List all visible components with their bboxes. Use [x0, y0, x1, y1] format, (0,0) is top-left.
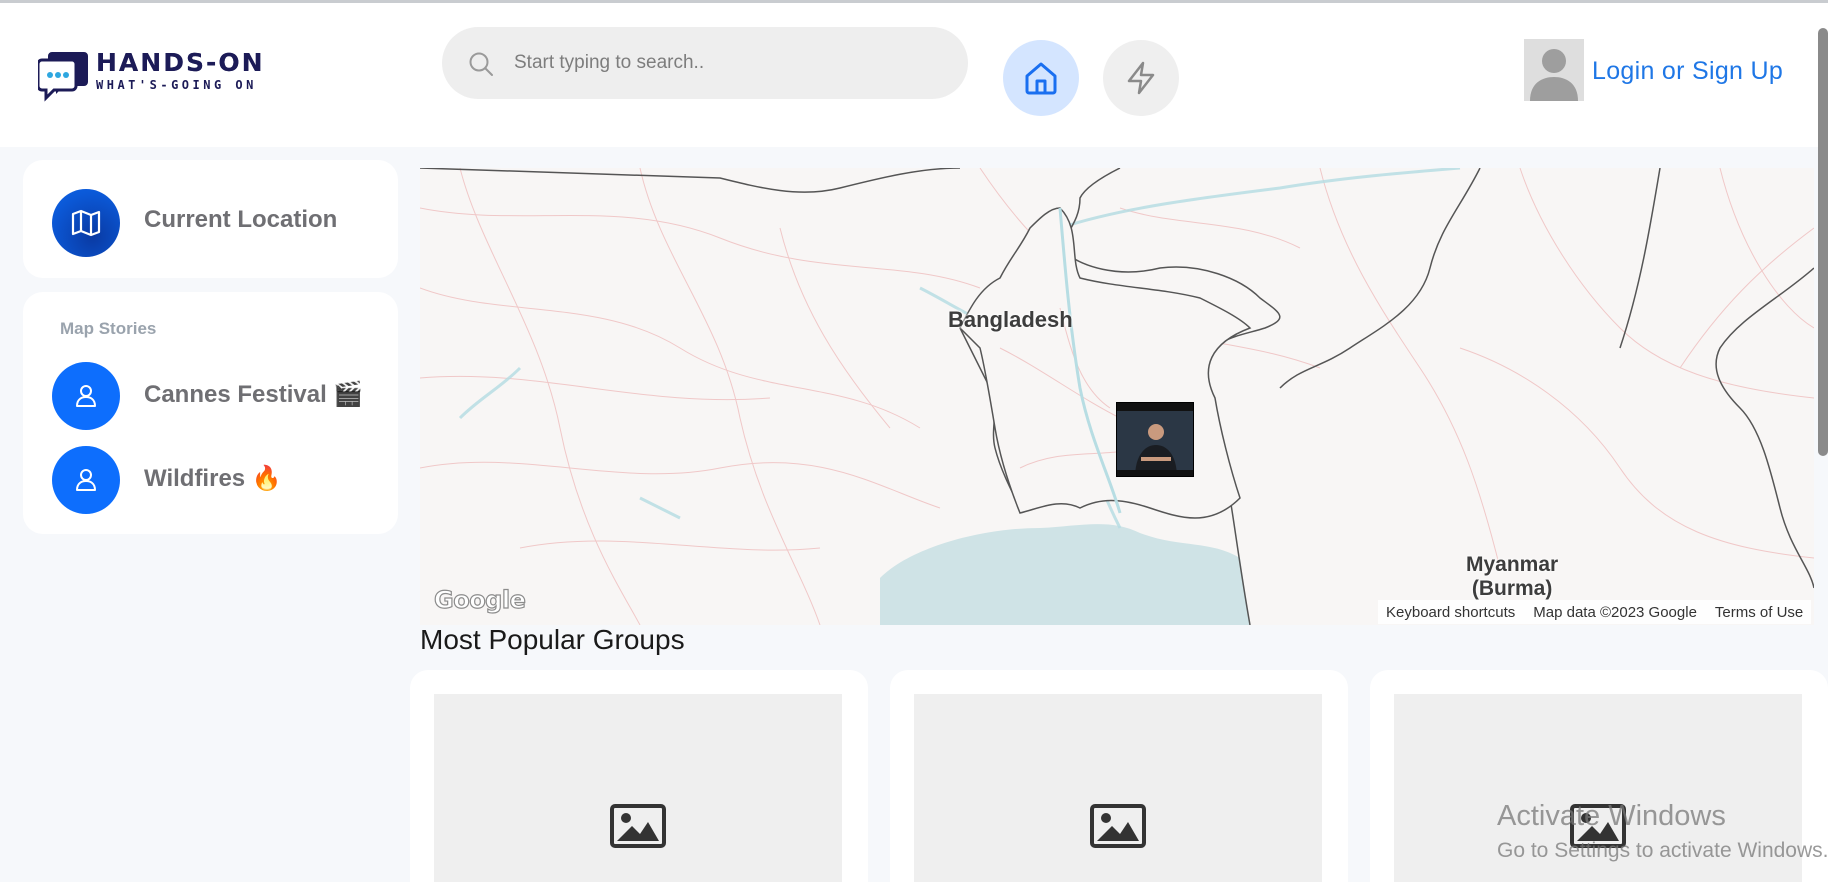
activate-windows-watermark: Activate Windows Go to Settings to activ…: [1497, 800, 1828, 863]
group-image-placeholder: [914, 694, 1322, 882]
user-icon: [76, 385, 96, 407]
map-label-myanmar: Myanmar (Burma): [1466, 553, 1558, 601]
top-header: HANDS-ON WHAT'S-GOING ON Login or Sign U…: [0, 3, 1828, 147]
story-label: Wildfires 🔥: [144, 465, 282, 492]
login-signup-link[interactable]: Login or Sign Up: [1592, 57, 1783, 86]
search-bar[interactable]: [442, 27, 968, 99]
current-location-label: Current Location: [144, 206, 338, 233]
activate-windows-subtitle: Go to Settings to activate Windows.: [1497, 839, 1828, 862]
story-avatar[interactable]: [52, 362, 120, 430]
map-label-myanmar-line2: (Burma): [1471, 577, 1553, 600]
logo-tagline: WHAT'S-GOING ON: [96, 78, 257, 92]
group-card[interactable]: [410, 670, 868, 882]
map-icon: [71, 209, 101, 237]
map-view[interactable]: Bangladesh Myanmar (Burma) Google Keyboa…: [420, 168, 1814, 625]
search-icon: [469, 52, 493, 76]
avatar[interactable]: [1524, 39, 1584, 101]
story-label: Cannes Festival 🎬: [144, 381, 364, 408]
map-stories-card: Map Stories Cannes Festival 🎬 Wildfires …: [23, 292, 398, 534]
trending-button[interactable]: [1103, 40, 1179, 116]
home-button[interactable]: [1003, 40, 1079, 116]
logo-wordmark: HANDS-ON: [96, 48, 265, 77]
lightning-icon: [1127, 61, 1155, 95]
person-photo-thumbnail: [1117, 403, 1193, 476]
popular-groups-title: Most Popular Groups: [420, 624, 685, 655]
group-card[interactable]: [890, 670, 1348, 882]
image-placeholder-icon: [1090, 804, 1146, 848]
default-user-icon: [1524, 39, 1584, 101]
search-input[interactable]: [514, 27, 944, 99]
map-tiles: [420, 168, 1814, 625]
page-scrollbar[interactable]: [1818, 28, 1828, 456]
map-stories-heading: Map Stories: [60, 319, 157, 338]
story-map-marker[interactable]: [1116, 402, 1194, 477]
map-label-myanmar-line1: Myanmar: [1466, 553, 1559, 576]
activate-windows-title: Activate Windows: [1497, 800, 1726, 832]
home-icon: [1025, 62, 1057, 95]
image-placeholder-icon: [610, 804, 666, 848]
map-data-credit: Map data ©2023 Google: [1533, 603, 1697, 621]
current-location-button[interactable]: [52, 189, 120, 257]
user-icon: [76, 469, 96, 491]
map-label-bangladesh: Bangladesh: [948, 307, 1073, 332]
keyboard-shortcuts-link[interactable]: Keyboard shortcuts: [1386, 604, 1515, 621]
current-location-card[interactable]: Current Location: [23, 160, 398, 278]
chat-bubble-logo-icon: [36, 48, 90, 102]
hands-on-logo[interactable]: HANDS-ON WHAT'S-GOING ON: [36, 48, 278, 106]
terms-of-use-link[interactable]: Terms of Use: [1715, 604, 1803, 621]
map-attribution: Keyboard shortcuts Map data ©2023 Google…: [1378, 600, 1812, 624]
group-image-placeholder: [434, 694, 842, 882]
google-logo: Google: [433, 585, 526, 614]
story-avatar[interactable]: [52, 446, 120, 514]
